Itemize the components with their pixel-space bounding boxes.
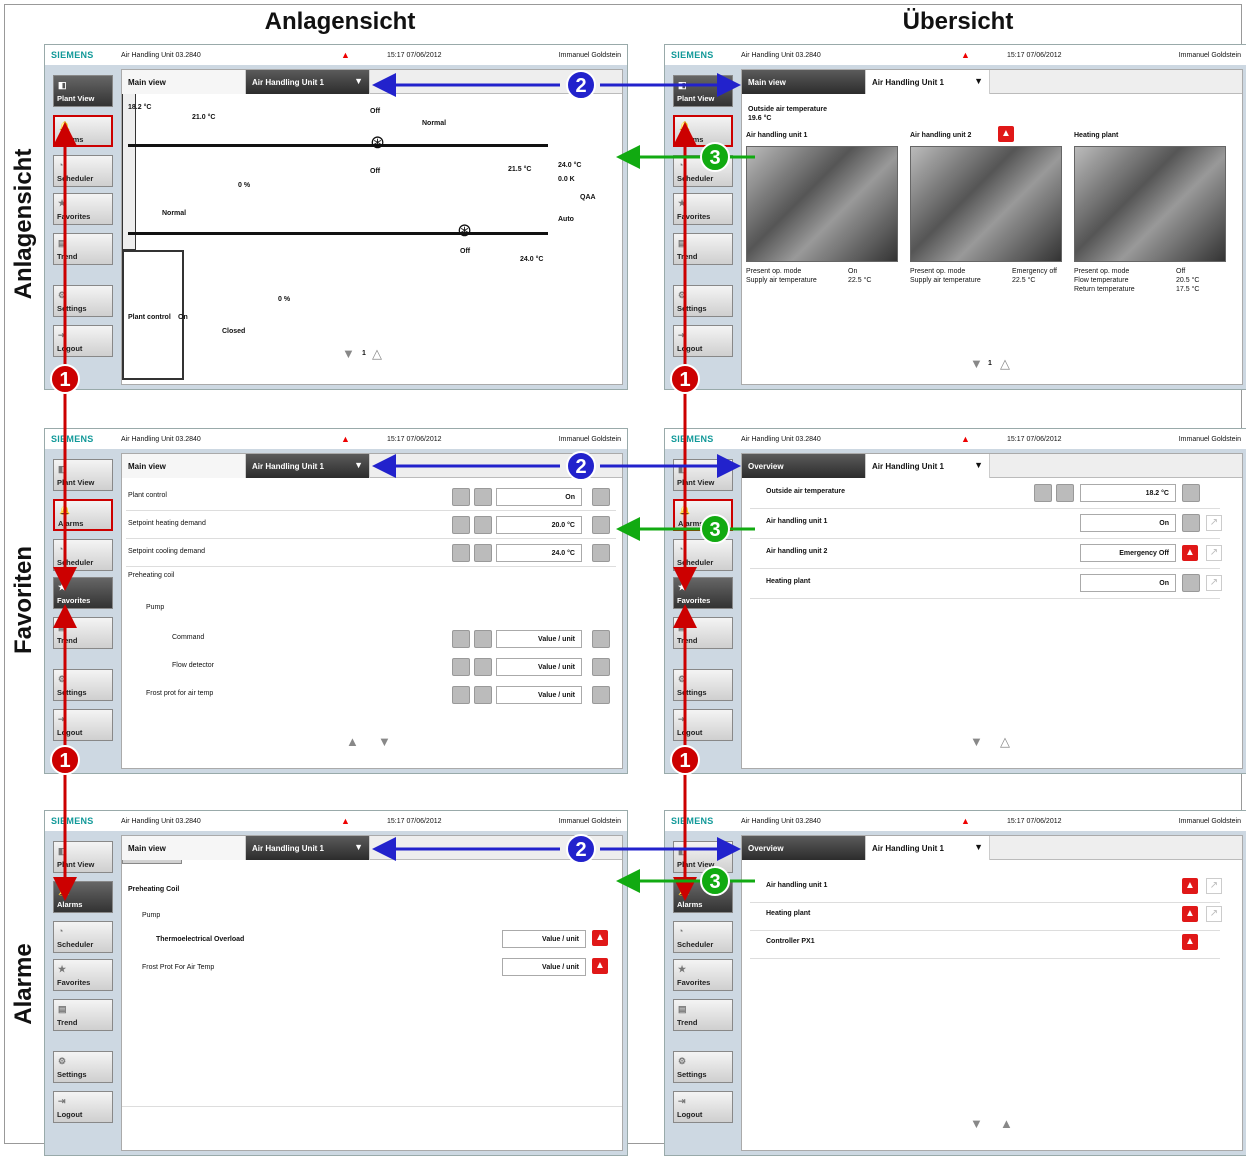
- badge-3-row3: 3: [700, 866, 730, 896]
- connector-overlay: [53, 73, 755, 901]
- badge-1-left-top: 1: [50, 364, 80, 394]
- badge-2-row3: 2: [566, 834, 596, 864]
- badge-2-row1: 2: [566, 70, 596, 100]
- badge-3-row2: 3: [700, 514, 730, 544]
- badge-1-right-top: 1: [670, 364, 700, 394]
- badge-3-row1: 3: [700, 142, 730, 172]
- badge-1-left-bottom: 1: [50, 745, 80, 775]
- badge-1-right-bottom: 1: [670, 745, 700, 775]
- badge-2-row2: 2: [566, 451, 596, 481]
